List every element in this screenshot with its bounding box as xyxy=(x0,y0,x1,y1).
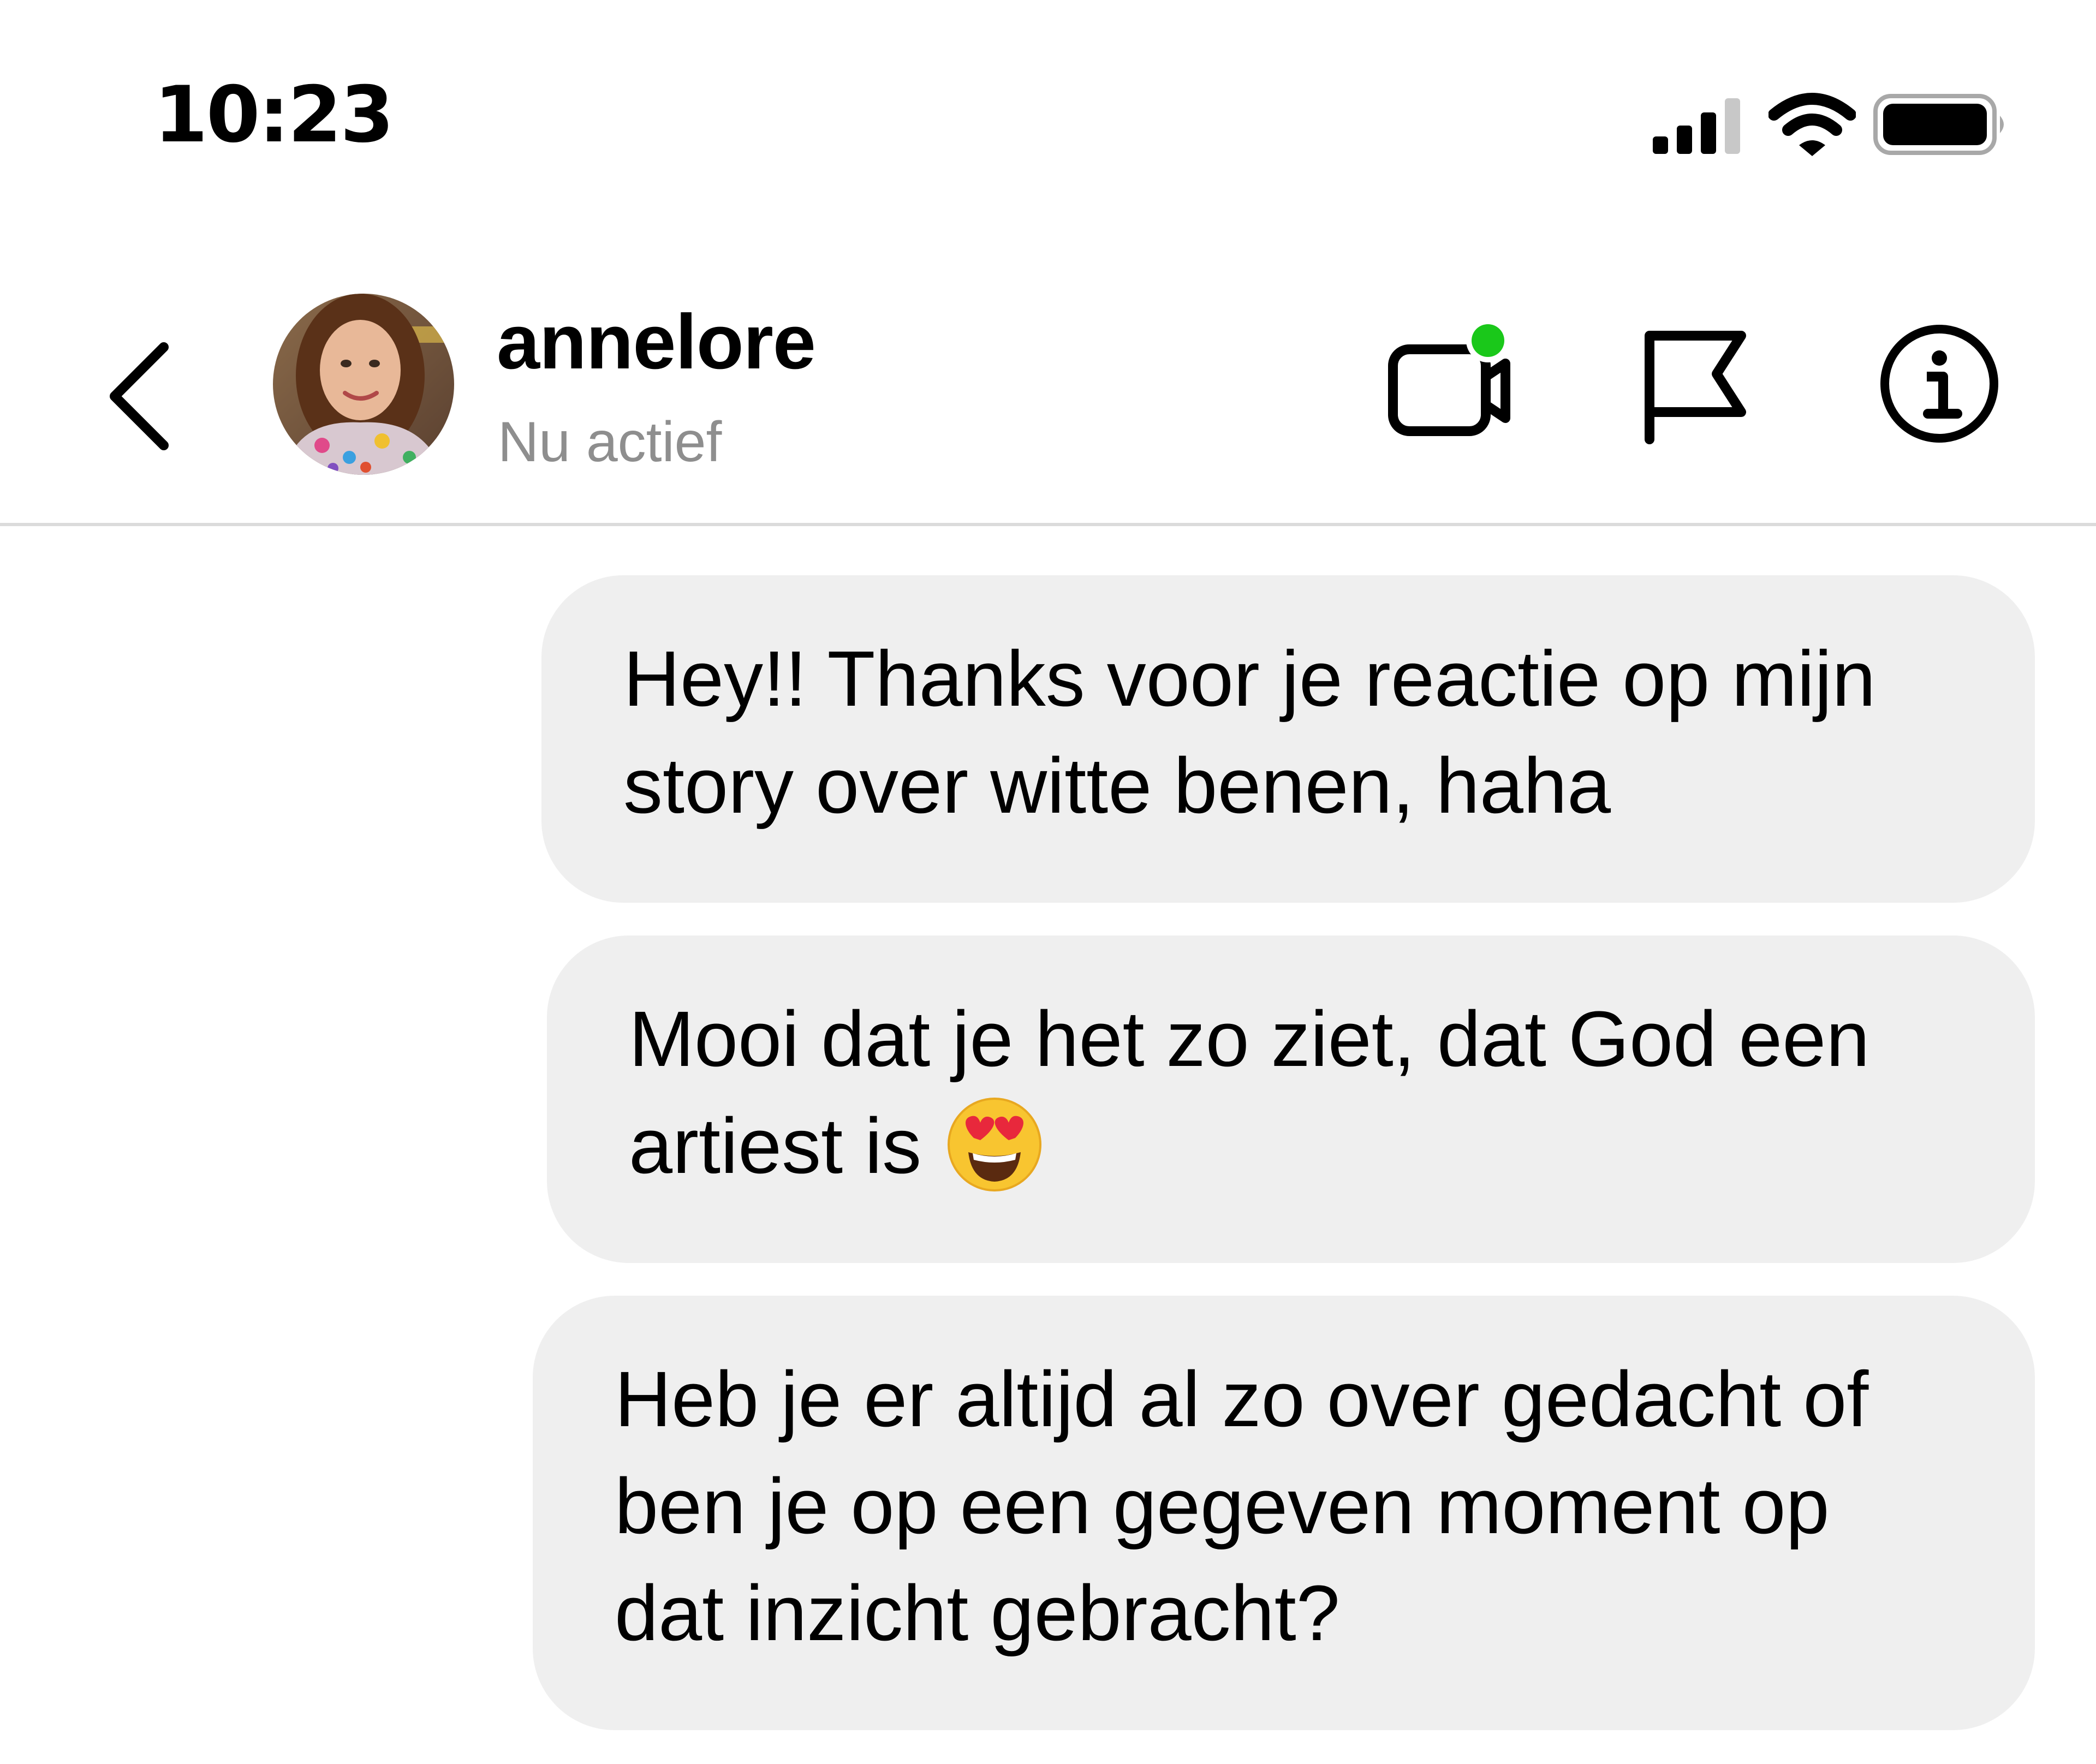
flag-icon[interactable] xyxy=(1632,322,1758,448)
status-time: 10:23 xyxy=(154,70,394,160)
cellular-signal-icon xyxy=(1653,98,1740,154)
avatar-image xyxy=(273,294,454,475)
status-bar: 10:23 xyxy=(0,0,2096,240)
battery-icon xyxy=(1873,94,2004,155)
message-bubble[interactable]: Mooi dat je het zo ziet, dat God een art… xyxy=(547,935,2035,1263)
video-call-icon[interactable] xyxy=(1381,317,1517,442)
info-icon[interactable] xyxy=(1878,322,2001,445)
chat-header: annelore Nu actief xyxy=(0,240,2096,524)
message-text: Mooi dat je het zo ziet, dat God een art… xyxy=(629,986,1869,1200)
wifi-icon xyxy=(1768,93,1856,156)
presence-status: Nu actief xyxy=(498,410,722,474)
message-list[interactable]: Hey!! Thanks voor je reactie op mijn sto… xyxy=(0,526,2096,1764)
username[interactable]: annelore xyxy=(497,303,816,381)
message-text: Hey!! Thanks voor je reactie op mijn sto… xyxy=(623,635,1876,830)
chevron-left-icon[interactable] xyxy=(98,331,186,462)
message-text-content: Mooi dat je het zo ziet, dat God een art… xyxy=(629,995,1870,1190)
message-bubble[interactable]: Heb je er altijd al zo over gedacht of b… xyxy=(533,1296,2035,1730)
message-text: Heb je er altijd al zo over gedacht of b… xyxy=(615,1355,1869,1657)
heart-eyes-emoji-icon xyxy=(948,1098,1042,1191)
active-dot xyxy=(1472,324,1504,357)
message-bubble[interactable]: Hey!! Thanks voor je reactie op mijn sto… xyxy=(541,575,2035,903)
avatar[interactable] xyxy=(273,294,454,475)
